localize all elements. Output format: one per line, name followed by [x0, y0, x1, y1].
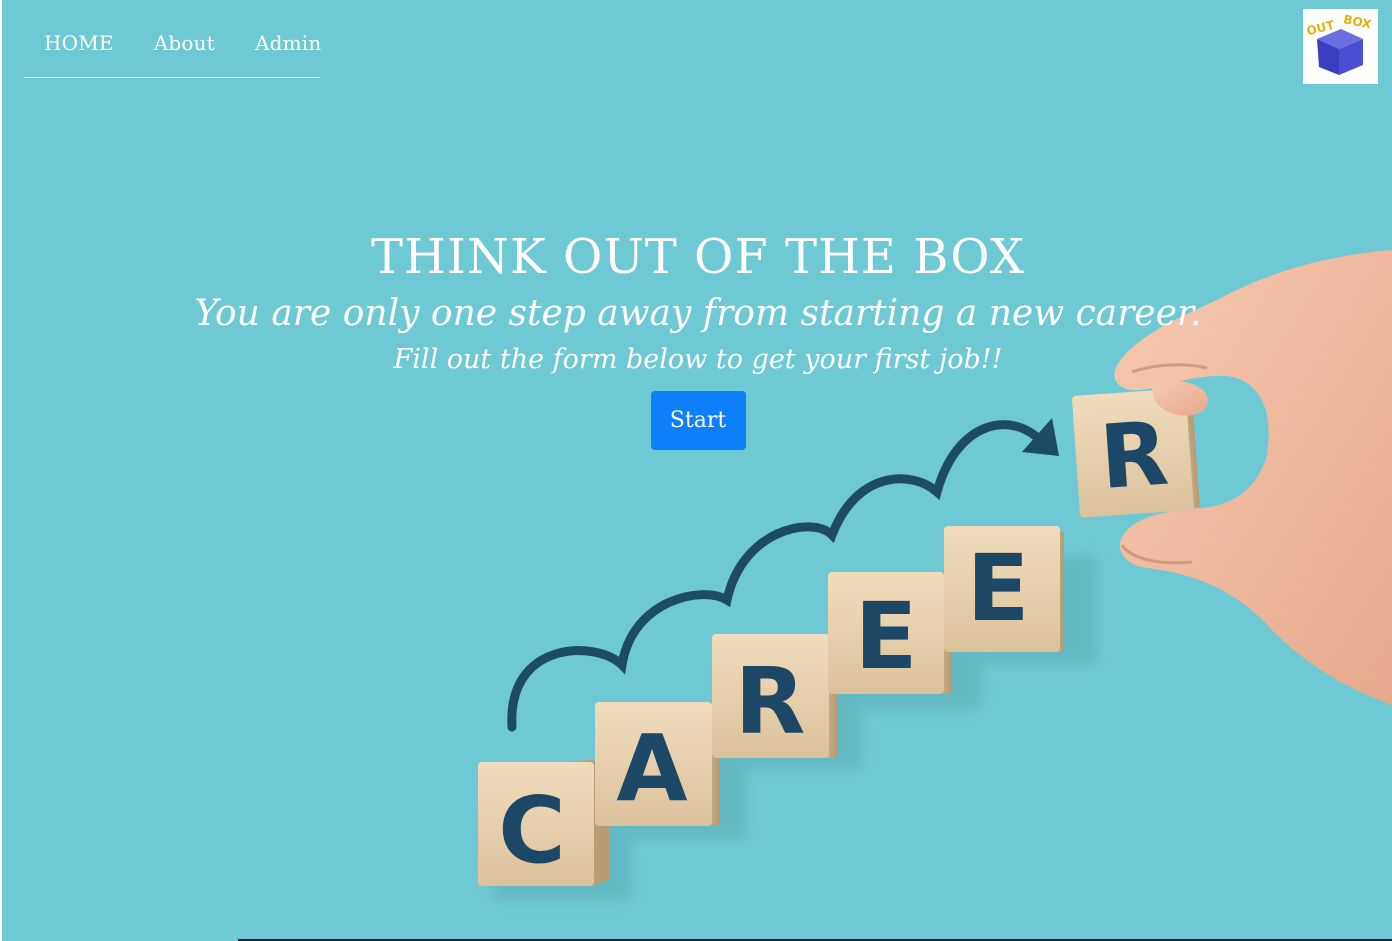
hero-subtitle: You are only one step away from starting…: [194, 293, 1202, 334]
block-e1: E: [828, 572, 952, 694]
block-e2: E: [944, 526, 1064, 652]
logo-box-text: BOX: [1342, 12, 1373, 32]
career-illustration: C A R E E R: [478, 250, 1392, 900]
block-letter: A: [616, 715, 687, 822]
main-nav: HOME About Admin: [24, 18, 322, 78]
hero-title: THINK OUT OF THE BOX: [371, 229, 1025, 285]
block-a: A: [595, 702, 720, 826]
site-logo[interactable]: OUT BOX: [1303, 9, 1378, 84]
page: C A R E E R HOME About Admin OUT BOX THI…: [0, 0, 1392, 941]
block-letter: C: [498, 777, 566, 884]
nav-about-link[interactable]: About: [154, 31, 215, 55]
start-button[interactable]: Start: [650, 391, 746, 450]
block-letter: E: [855, 583, 918, 690]
hero-tagline: Fill out the form below to get your firs…: [393, 344, 1003, 375]
block-letter: E: [967, 535, 1030, 642]
hero-section: THINK OUT OF THE BOX You are only one st…: [2, 228, 1392, 450]
block-letter: R: [735, 648, 806, 755]
block-c: C: [478, 760, 609, 886]
nav-admin-link[interactable]: Admin: [255, 31, 322, 55]
block-r1: R: [712, 634, 838, 758]
box-logo-icon: OUT BOX: [1305, 12, 1373, 75]
nav-home-link[interactable]: HOME: [44, 31, 114, 55]
